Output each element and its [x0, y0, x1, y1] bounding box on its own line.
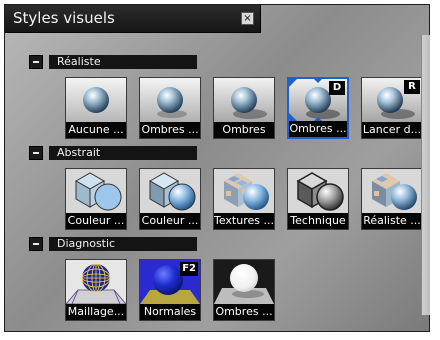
- style-tile-textures[interactable]: Textures ...: [213, 168, 275, 230]
- style-tile-aucune-ombre[interactable]: Aucune ...: [65, 77, 127, 139]
- tile-label: Ombres ...: [214, 304, 274, 320]
- style-tile-maillage[interactable]: Maillage...: [65, 259, 127, 321]
- style-tile-couleur-degrade[interactable]: Couleur ...: [139, 168, 201, 230]
- shortcut-badge: D: [329, 81, 345, 95]
- style-tile-realiste-abstrait[interactable]: Réaliste ...: [361, 168, 423, 230]
- tile-label: Couleur ...: [140, 213, 200, 229]
- tile-label: Maillage...: [66, 304, 126, 320]
- tile-label: Lancer d...: [362, 122, 422, 138]
- tile-label: Ombres ...: [289, 121, 347, 137]
- shortcut-badge: F2: [180, 262, 198, 276]
- style-tile-couleur-plate[interactable]: Couleur ...: [65, 168, 127, 230]
- panel-titlebar[interactable]: Styles visuels ×: [5, 5, 261, 33]
- tile-label: Couleur ...: [66, 213, 126, 229]
- style-tile-technique[interactable]: Technique: [287, 168, 349, 230]
- shortcut-badge: R: [404, 80, 420, 94]
- tile-label: Textures ...: [214, 213, 274, 229]
- tile-label: Ombres ...: [140, 122, 200, 138]
- section-title-abstrait[interactable]: Abstrait: [49, 146, 197, 160]
- style-tile-normales[interactable]: F2 Normales: [139, 259, 201, 321]
- style-tile-lancer-rayons[interactable]: R Lancer d...: [361, 77, 423, 139]
- section-title-diagnostic[interactable]: Diagnostic: [49, 237, 197, 251]
- section-header-realiste: Réaliste: [29, 55, 219, 69]
- visual-styles-panel: Styles visuels × Réaliste Aucune ... Omb…: [4, 4, 430, 332]
- panel-title: Styles visuels: [13, 9, 115, 27]
- style-tile-ombres-completes[interactable]: D Ombres ...: [287, 77, 349, 139]
- collapse-abstrait-button[interactable]: [29, 146, 43, 160]
- section-title-realiste[interactable]: Réaliste: [49, 55, 197, 69]
- tile-label: Normales: [140, 304, 200, 320]
- style-tile-ombres-blanc[interactable]: Ombres ...: [213, 259, 275, 321]
- section-header-abstrait: Abstrait: [29, 146, 219, 160]
- style-tile-ombres[interactable]: Ombres: [213, 77, 275, 139]
- tile-label: Réaliste ...: [362, 213, 422, 229]
- tile-label: Technique: [288, 213, 348, 229]
- tile-label: Ombres: [214, 122, 274, 138]
- style-tile-ombres-sol[interactable]: Ombres ...: [139, 77, 201, 139]
- collapse-diagnostic-button[interactable]: [29, 237, 43, 251]
- tile-label: Aucune ...: [66, 122, 126, 138]
- close-button[interactable]: ×: [241, 12, 254, 25]
- scrollbar[interactable]: [421, 35, 430, 315]
- section-header-diagnostic: Diagnostic: [29, 237, 219, 251]
- collapse-realiste-button[interactable]: [29, 55, 43, 69]
